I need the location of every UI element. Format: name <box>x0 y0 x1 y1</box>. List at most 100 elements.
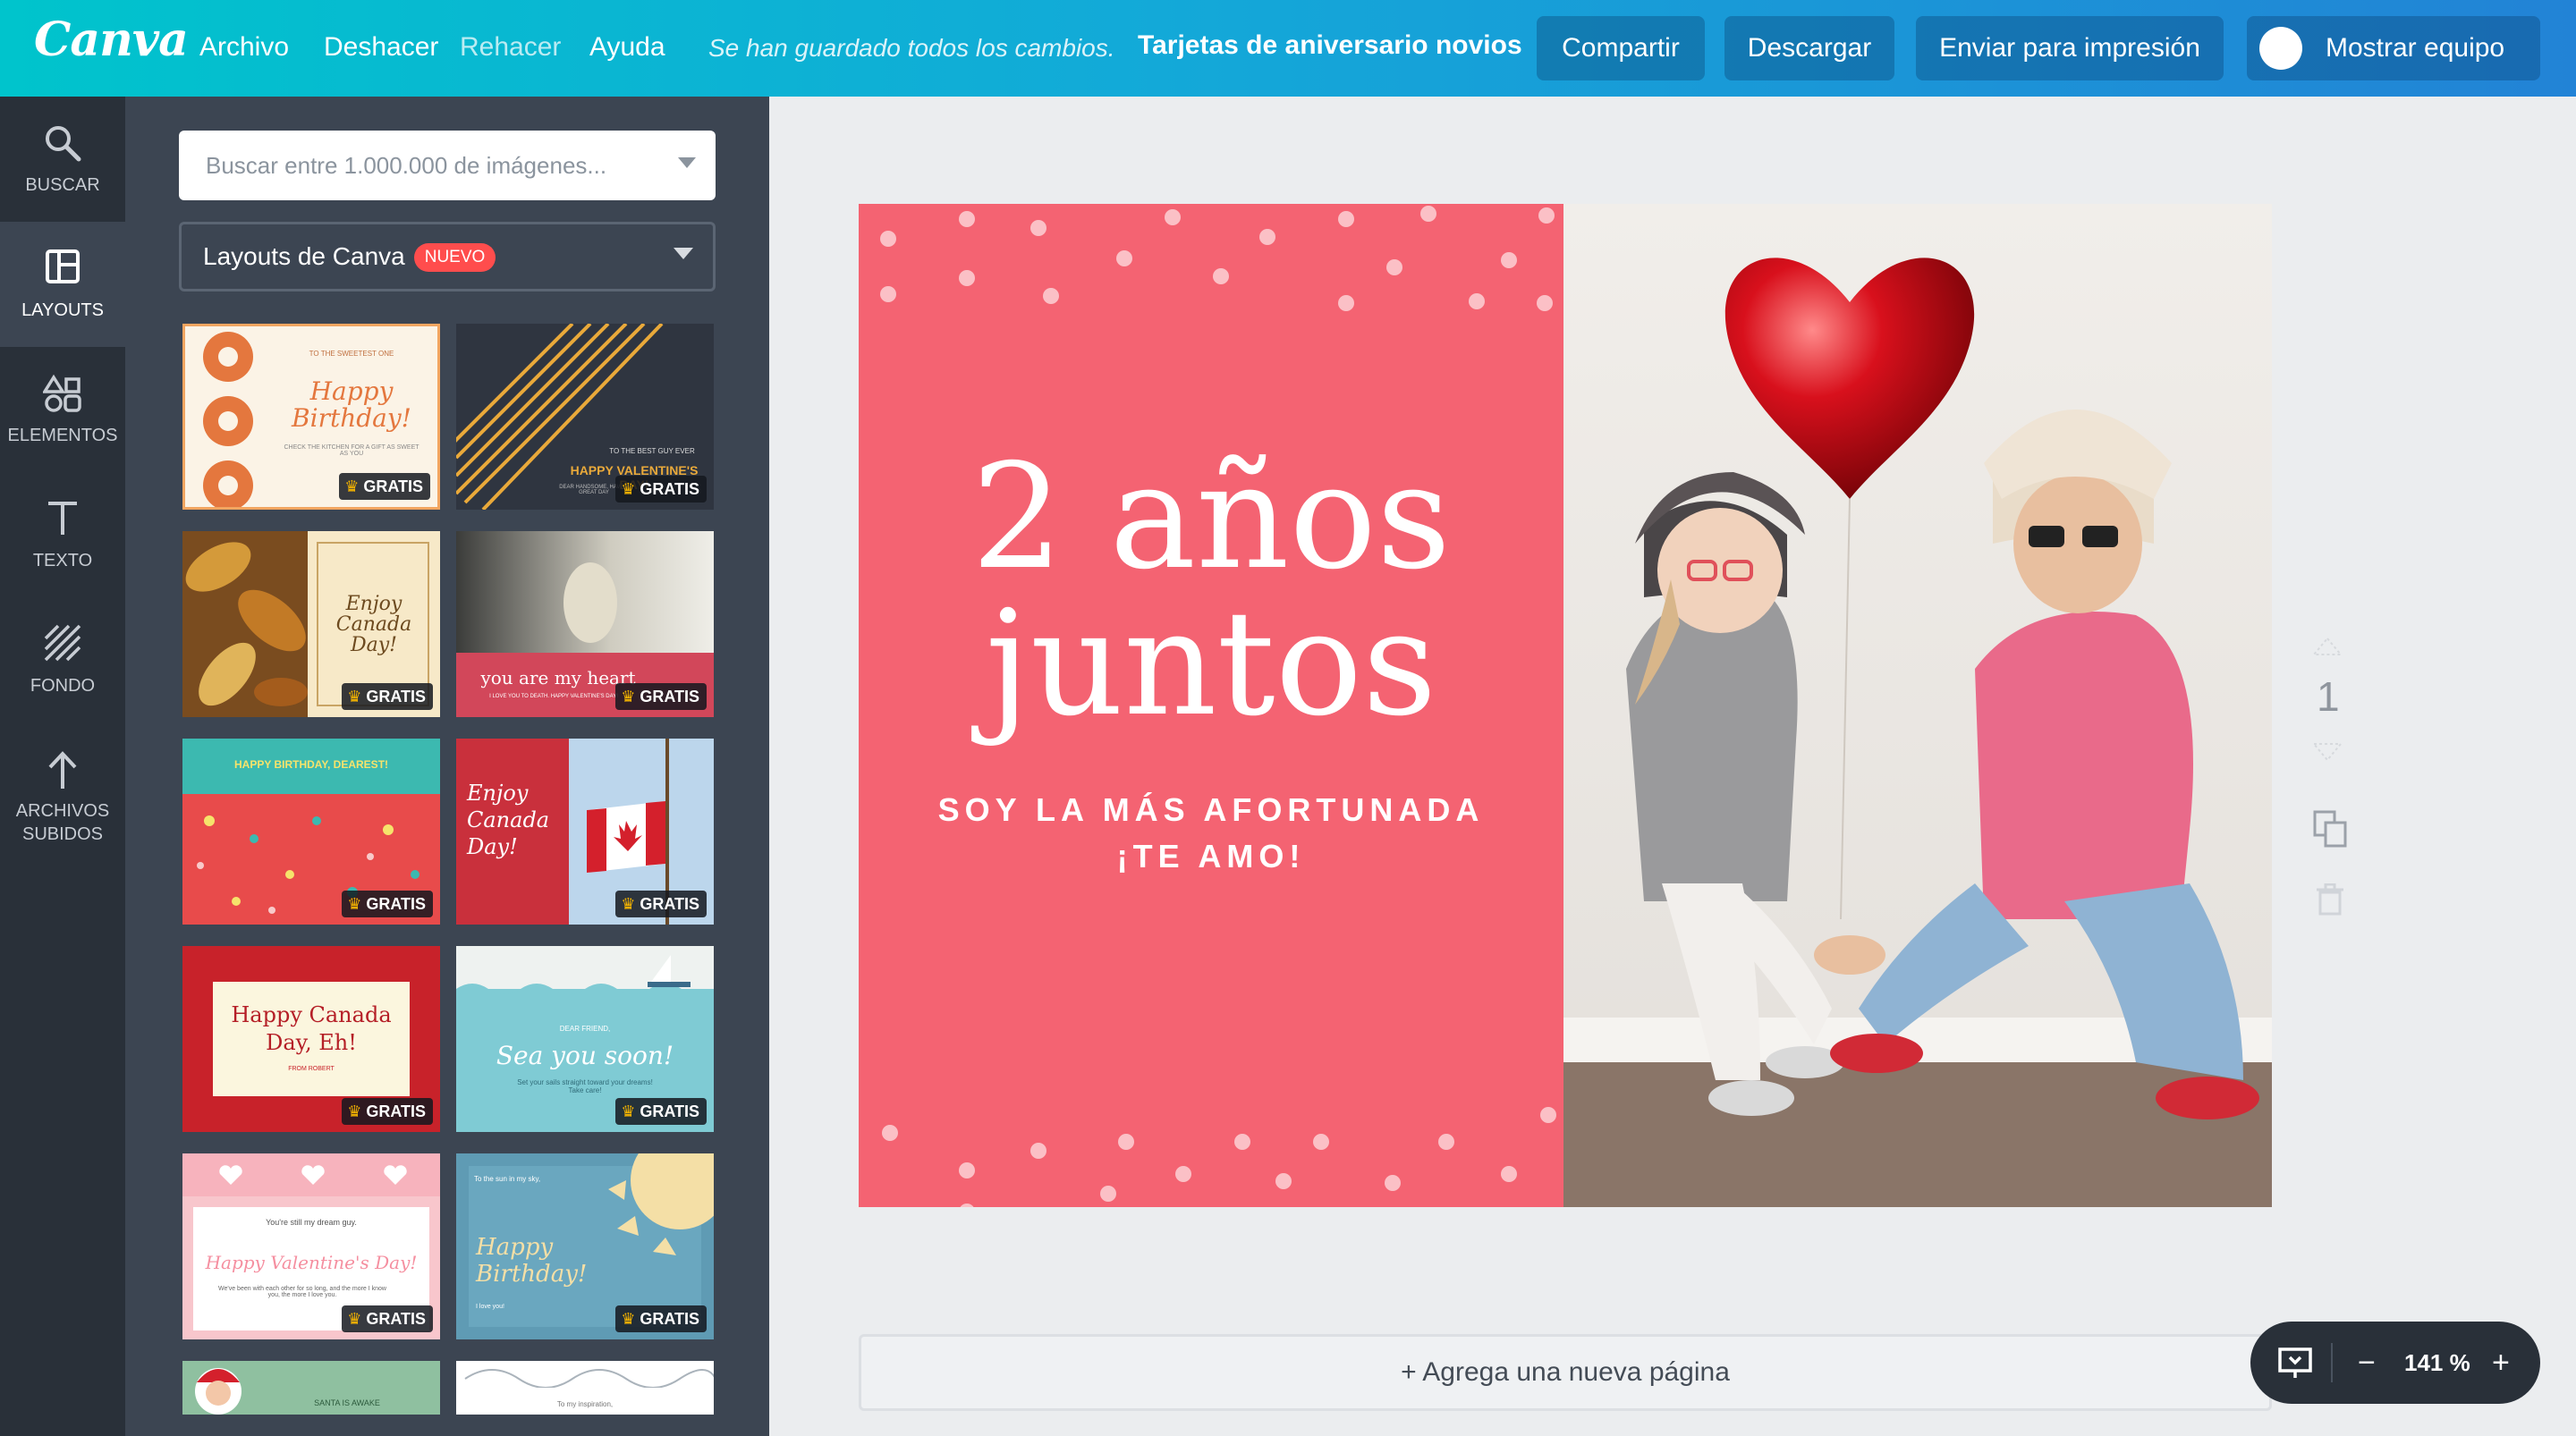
santa-icon <box>195 1368 242 1415</box>
rail-search[interactable]: BUSCAR <box>0 97 125 222</box>
headline-line-2[interactable]: juntos <box>859 592 1563 737</box>
free-badge: ♛ GRATIS <box>342 1305 433 1332</box>
menu-undo[interactable]: Deshacer <box>324 32 438 63</box>
crown-icon: ♛ <box>344 477 360 495</box>
thumb-caption: You're still my dream guy. <box>266 1218 357 1227</box>
floral-border <box>464 1369 714 1388</box>
menu-help[interactable]: Ayuda <box>589 32 665 63</box>
layout-thumb[interactable]: TO THE BEST GUY EVER HAPPY VALENTINE'S D… <box>456 324 714 510</box>
document-title[interactable]: Tarjetas de aniversario novios <box>1138 30 1522 61</box>
thumb-subtitle: I love you! <box>476 1304 504 1310</box>
canva-logo[interactable]: Canva <box>34 13 189 67</box>
layout-thumb[interactable]: Enjoy Canada Day! ♛ GRATIS <box>456 739 714 925</box>
rail-layouts[interactable]: LAYOUTS <box>0 222 125 347</box>
thumb-subtitle: I LOVE YOU TO DEATH. HAPPY VALENTINE'S D… <box>489 694 618 699</box>
zoom-out-button[interactable]: − <box>2358 1322 2376 1404</box>
crown-icon: ♛ <box>347 1309 362 1328</box>
headline-line-1[interactable]: 2 años <box>859 445 1563 590</box>
menu-archivo[interactable]: Archivo <box>199 32 289 63</box>
free-badge: ♛ GRATIS <box>342 1098 433 1125</box>
thumb-title: HAPPY BIRTHDAY, DEAREST! <box>233 758 389 771</box>
page-number: 1 <box>2317 673 2340 720</box>
crown-icon: ♛ <box>621 1309 636 1328</box>
layout-thumb[interactable]: You're still my dream guy. Happy Valenti… <box>182 1153 440 1339</box>
rail-background[interactable]: FONDO <box>0 597 125 722</box>
divider <box>2331 1343 2333 1382</box>
layout-thumb[interactable]: To the sun in my sky, Happy Birthday! I … <box>456 1153 714 1339</box>
thumb-title: Sea you soon! <box>496 1041 674 1070</box>
new-badge: NUEVO <box>413 243 496 272</box>
zoom-in-button[interactable]: + <box>2492 1322 2510 1404</box>
thumb-subtitle: Set your sails straight toward your drea… <box>517 1078 653 1094</box>
thumb-caption: To the sun in my sky, <box>474 1175 541 1183</box>
thumb-caption: TO THE BEST GUY EVER <box>609 447 695 455</box>
crown-icon: ♛ <box>621 1102 636 1120</box>
rail-label: ELEMENTOS <box>7 426 118 445</box>
subtitle-line-2[interactable]: ¡TE AMO! <box>859 833 1563 880</box>
upload-icon <box>48 751 77 789</box>
crown-icon: ♛ <box>621 479 636 498</box>
rail-elements[interactable]: ELEMENTOS <box>0 347 125 472</box>
thumb-subtitle: We've been with each other for so long, … <box>218 1286 386 1298</box>
couple-photo-image[interactable] <box>1563 204 2272 1207</box>
rail-label-line: SUBIDOS <box>21 824 104 844</box>
zoom-level[interactable]: 141 % <box>2404 1322 2470 1404</box>
hearts-pattern <box>219 1165 407 1185</box>
rail-label: FONDO <box>30 676 96 696</box>
present-button[interactable] <box>2277 1322 2313 1404</box>
thumb-title: SANTA IS AWAKE <box>314 1398 380 1407</box>
present-icon <box>2278 1347 2312 1378</box>
layout-thumb[interactable]: DEAR FRIEND, Sea you soon! Set your sail… <box>456 946 714 1132</box>
download-button[interactable]: Descargar <box>1724 16 1894 80</box>
subtitle-line-1[interactable]: SOY LA MÁS AFORTUNADA <box>859 787 1563 833</box>
layout-source-select[interactable]: Layouts de Canva NUEVO <box>179 222 716 291</box>
search-icon <box>46 126 81 162</box>
print-button[interactable]: Enviar para impresión <box>1916 16 2224 80</box>
free-badge: ♛ GRATIS <box>615 476 707 503</box>
crown-icon: ♛ <box>347 687 362 705</box>
layout-thumb[interactable]: you are my heart I LOVE YOU TO DEATH. HA… <box>456 531 714 717</box>
thumb-subtitle: FROM ROBERT <box>288 1066 335 1072</box>
layout-thumb[interactable]: SANTA IS AWAKE <box>182 1361 440 1415</box>
delete-page-icon[interactable] <box>2317 883 2343 916</box>
layouts-panel: Buscar entre 1.000.000 de imágenes... La… <box>125 97 769 1436</box>
top-bar: Canva Archivo Deshacer Rehacer Ayuda Se … <box>0 0 2576 97</box>
add-page-button[interactable]: + Agrega una nueva página <box>859 1334 2272 1411</box>
free-badge: ♛ GRATIS <box>615 1305 707 1332</box>
free-badge: ♛ GRATIS <box>339 473 430 500</box>
rail-label: TEXTO <box>32 551 93 570</box>
layout-thumb[interactable]: Happy Canada Day, Eh! FROM ROBERT ♛ GRATI… <box>182 946 440 1132</box>
thumb-title: To my inspiration, <box>556 1400 614 1408</box>
thumb-title: Happy Valentine's Day! <box>205 1252 418 1273</box>
page-down-icon[interactable] <box>2312 742 2343 762</box>
save-status: Se han guardado todos los cambios. <box>708 34 1115 62</box>
menu-redo[interactable]: Rehacer <box>460 32 561 63</box>
design-page[interactable]: 2 años juntos SOY LA MÁS AFORTUNADA ¡TE … <box>859 204 2272 1207</box>
show-team-button[interactable]: Mostrar equipo <box>2247 16 2540 80</box>
share-button[interactable]: Compartir <box>1537 16 1705 80</box>
layout-thumb[interactable]: HAPPY BIRTHDAY, DEAREST! ♛ GRATIS <box>182 739 440 925</box>
couple-illustration <box>1563 204 2272 1207</box>
free-badge: ♛ GRATIS <box>342 891 433 917</box>
text-icon <box>48 502 77 535</box>
background-icon <box>44 624 81 662</box>
thumb-caption: DEAR FRIEND, <box>559 1025 611 1033</box>
layout-thumb[interactable]: TO THE SWEETEST ONE Happy Birthday! CHEC… <box>182 324 440 510</box>
sailboat-icon <box>648 955 691 987</box>
rail-uploads[interactable]: ARCHIVOS SUBIDOS <box>0 722 125 866</box>
free-badge: ♛ GRATIS <box>615 891 707 917</box>
thumb-title: Happy Birthday! <box>292 376 411 433</box>
page-up-icon[interactable] <box>2312 637 2343 656</box>
layout-thumb[interactable]: Enjoy Canada Day! ♛ GRATIS <box>182 531 440 717</box>
layout-thumb[interactable]: To my inspiration, <box>456 1361 714 1415</box>
rail-text[interactable]: TEXTO <box>0 472 125 597</box>
rail-label: LAYOUTS <box>21 300 104 320</box>
crown-icon: ♛ <box>621 894 636 913</box>
duplicate-page-icon[interactable] <box>2313 810 2347 848</box>
layout-select-label: Layouts de Canva <box>203 242 405 270</box>
pink-panel[interactable]: 2 años juntos SOY LA MÁS AFORTUNADA ¡TE … <box>859 204 1563 1207</box>
crown-icon: ♛ <box>347 1102 362 1120</box>
thumb-title: Enjoy Canada Day! <box>335 593 412 656</box>
image-search-input[interactable]: Buscar entre 1.000.000 de imágenes... <box>179 131 716 200</box>
thumb-title: Happy Birthday! <box>476 1234 588 1288</box>
